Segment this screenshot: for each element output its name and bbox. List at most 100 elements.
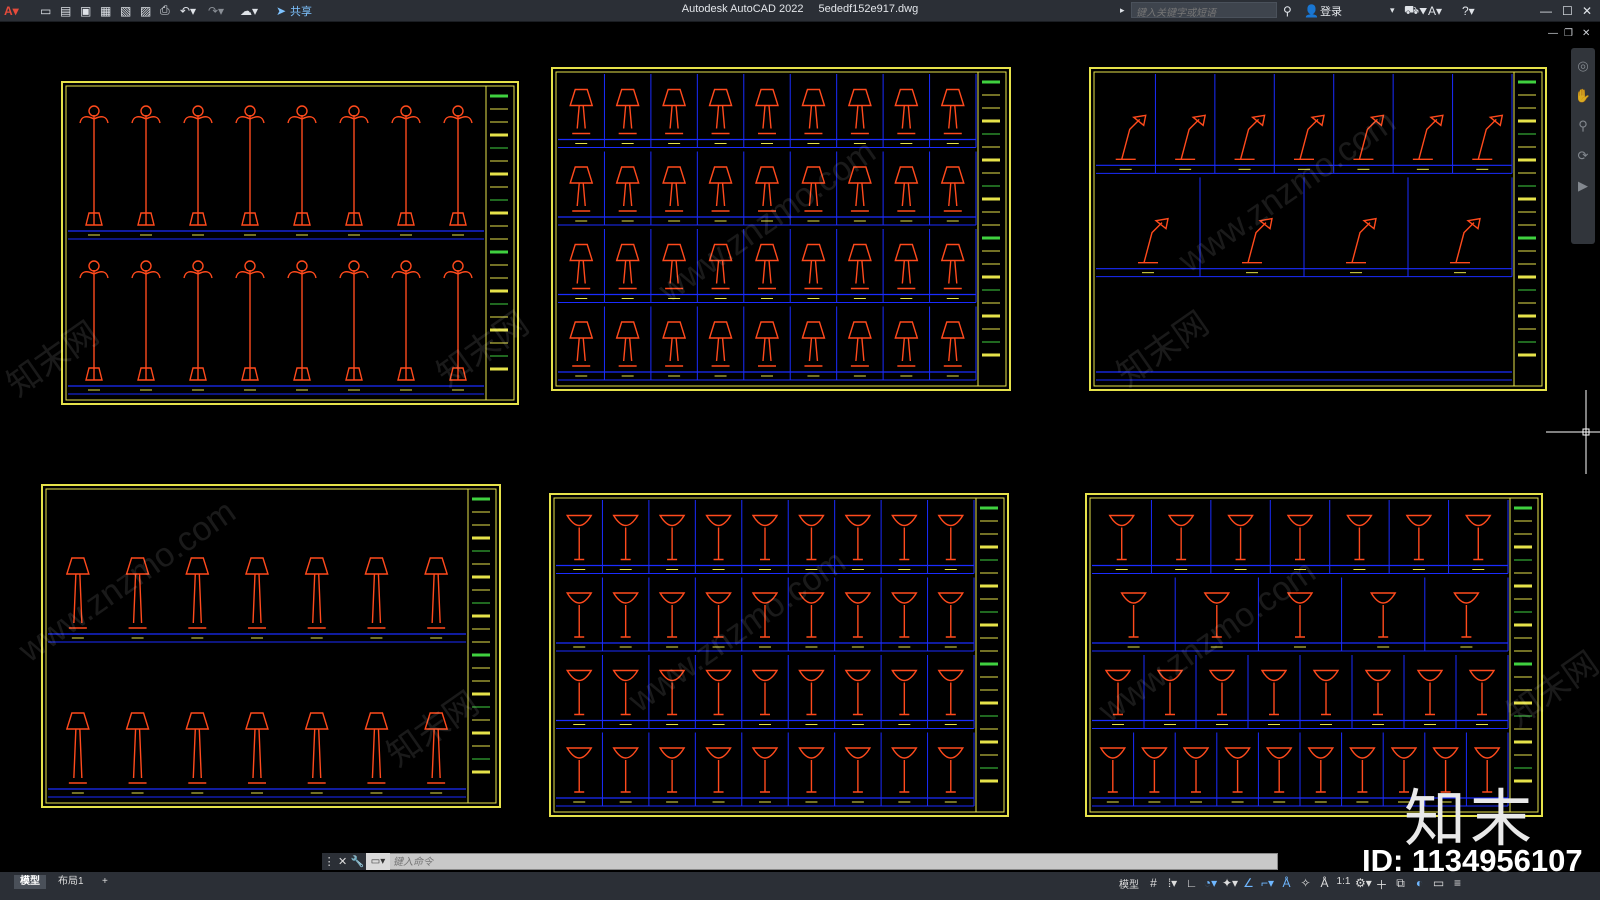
lamp-symbol[interactable] bbox=[565, 592, 593, 638]
clean-screen-icon[interactable]: ▭ bbox=[1431, 876, 1446, 893]
lamp-symbol[interactable] bbox=[1182, 747, 1210, 793]
lamp-symbol[interactable] bbox=[844, 592, 872, 638]
lamp-symbol[interactable] bbox=[1453, 592, 1480, 638]
lamp-symbol[interactable] bbox=[304, 712, 329, 784]
grip-icon[interactable]: ⋮ bbox=[324, 855, 335, 868]
command-close-icon[interactable]: ✕ bbox=[338, 855, 347, 868]
drawing-sheet-floor-and-garden-lamps[interactable] bbox=[41, 484, 501, 808]
settings-icon[interactable]: ⚙▾ bbox=[1355, 876, 1372, 893]
lamp-symbol[interactable] bbox=[615, 321, 640, 367]
lamp-symbol[interactable] bbox=[1141, 747, 1168, 793]
lamp-symbol[interactable] bbox=[1349, 747, 1376, 793]
command-line[interactable] bbox=[322, 853, 1278, 871]
lamp-symbol[interactable] bbox=[424, 557, 449, 629]
zoom-icon[interactable]: ⚲ bbox=[1571, 118, 1595, 134]
new-file-icon[interactable]: ▭ bbox=[40, 3, 51, 18]
lamp-symbol[interactable] bbox=[287, 105, 317, 226]
lamp-symbol[interactable] bbox=[751, 747, 779, 793]
hardware-accel-icon[interactable]: ◐ bbox=[1412, 876, 1427, 893]
lamp-symbol[interactable] bbox=[662, 88, 687, 135]
lamp-symbol[interactable] bbox=[1416, 669, 1444, 716]
lamp-symbol[interactable] bbox=[615, 243, 640, 290]
customization-icon[interactable]: ≡ bbox=[1450, 876, 1465, 893]
lamp-symbol[interactable] bbox=[755, 88, 779, 135]
ortho-icon[interactable]: ∟ bbox=[1184, 876, 1199, 893]
share-icon[interactable]: ➤ bbox=[276, 3, 286, 18]
lamp-symbol[interactable] bbox=[940, 321, 965, 367]
viewport-restore-icon[interactable]: ❐ bbox=[1564, 28, 1573, 39]
print-icon[interactable]: ⎙ bbox=[160, 3, 170, 18]
lamp-symbol[interactable] bbox=[391, 105, 421, 226]
snap-icon[interactable]: ⁞▾ bbox=[1165, 876, 1180, 893]
lamp-symbol[interactable] bbox=[705, 747, 732, 793]
search-box[interactable] bbox=[1131, 2, 1277, 21]
lamp-symbol[interactable] bbox=[1138, 217, 1169, 264]
maximize-icon[interactable]: ☐ bbox=[1562, 3, 1573, 18]
lamp-symbol[interactable] bbox=[1167, 514, 1195, 561]
add-layout-button[interactable]: + bbox=[96, 875, 114, 889]
lamp-symbol[interactable] bbox=[1208, 669, 1236, 716]
lamp-symbol[interactable] bbox=[183, 105, 213, 226]
lamp-symbol[interactable] bbox=[662, 321, 687, 367]
close-icon[interactable]: ✕ bbox=[1582, 3, 1592, 18]
lamp-symbol[interactable] bbox=[1346, 514, 1373, 561]
share-label[interactable]: 共享 bbox=[290, 3, 312, 19]
lamp-symbol[interactable] bbox=[798, 669, 825, 716]
lamp-symbol[interactable] bbox=[245, 557, 269, 629]
lamp-symbol[interactable] bbox=[705, 514, 732, 561]
lamp-symbol[interactable] bbox=[658, 747, 686, 793]
app-menu-button[interactable]: A▾ bbox=[4, 3, 19, 18]
lamp-symbol[interactable] bbox=[1412, 114, 1444, 161]
model-space-label[interactable]: 模型 bbox=[1116, 876, 1142, 893]
lamp-symbol[interactable] bbox=[615, 166, 640, 212]
redo-icon[interactable]: ↷▾ bbox=[208, 3, 224, 18]
lamp-symbol[interactable] bbox=[245, 712, 269, 784]
lamp-symbol[interactable] bbox=[891, 747, 918, 793]
lamp-symbol[interactable] bbox=[847, 88, 872, 135]
viewport-close-icon[interactable]: ✕ bbox=[1582, 28, 1590, 39]
login-dropdown-icon[interactable]: ▾ bbox=[1390, 3, 1395, 18]
lamp-symbol[interactable] bbox=[1265, 747, 1293, 793]
showmotion-icon[interactable]: ▶ bbox=[1571, 178, 1595, 194]
lamp-symbol[interactable] bbox=[1175, 114, 1207, 161]
lamp-symbol[interactable] bbox=[894, 321, 919, 367]
ucs-icon[interactable]: ⌐▾ bbox=[1260, 876, 1275, 893]
lamp-symbol[interactable] bbox=[1227, 514, 1254, 561]
lamp-symbol[interactable] bbox=[801, 88, 826, 135]
help-icon[interactable]: ?▾ bbox=[1462, 3, 1475, 18]
lamp-symbol[interactable] bbox=[235, 105, 265, 226]
navigation-bar[interactable]: ◎ ✋ ⚲ ⟳ ▶ bbox=[1571, 48, 1595, 244]
lamp-symbol[interactable] bbox=[705, 669, 732, 716]
lamp-symbol[interactable] bbox=[708, 321, 733, 367]
lamp-symbol[interactable] bbox=[79, 105, 109, 226]
lamp-symbol[interactable] bbox=[847, 321, 872, 367]
lamp-symbol[interactable] bbox=[891, 592, 918, 638]
customize-icon[interactable]: 🔧 bbox=[351, 855, 365, 868]
lamp-symbol[interactable] bbox=[937, 514, 965, 561]
lamp-symbol[interactable] bbox=[1260, 669, 1288, 716]
lamp-symbol[interactable] bbox=[751, 669, 779, 716]
lamp-symbol[interactable] bbox=[844, 747, 872, 793]
lamp-symbol[interactable] bbox=[1312, 669, 1340, 716]
command-input[interactable] bbox=[391, 854, 1255, 871]
lamp-symbol[interactable] bbox=[565, 514, 593, 561]
lamp-symbol[interactable] bbox=[801, 243, 826, 290]
login-button[interactable]: 登录 bbox=[1320, 3, 1342, 19]
lamp-symbol[interactable] bbox=[751, 514, 779, 561]
lamp-symbol[interactable] bbox=[937, 592, 965, 638]
annotation-autoscale-icon[interactable]: ✧ bbox=[1298, 876, 1313, 893]
add-icon[interactable]: ＋ bbox=[1374, 876, 1389, 893]
lamp-symbol[interactable] bbox=[1468, 669, 1496, 716]
lamp-symbol[interactable] bbox=[801, 321, 826, 367]
lamp-symbol[interactable] bbox=[615, 88, 640, 135]
lamp-symbol[interactable] bbox=[125, 712, 150, 784]
orbit-icon[interactable]: ⟳ bbox=[1571, 148, 1595, 164]
lamp-symbol[interactable] bbox=[364, 557, 389, 629]
lamp-symbol[interactable] bbox=[1472, 114, 1504, 161]
lamp-symbol[interactable] bbox=[844, 514, 872, 561]
lamp-symbol[interactable] bbox=[1465, 514, 1492, 561]
lamp-symbol[interactable] bbox=[658, 514, 686, 561]
publish-icon[interactable]: ▧ bbox=[120, 3, 131, 18]
plot-preview-icon[interactable]: ▨ bbox=[140, 3, 151, 18]
lamp-symbol[interactable] bbox=[1405, 514, 1433, 561]
